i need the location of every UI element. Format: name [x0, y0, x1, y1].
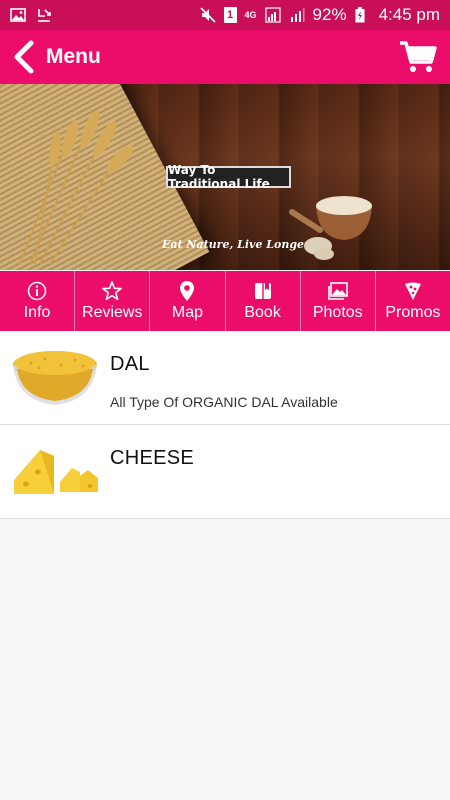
- wheat-image: [19, 110, 134, 264]
- cheese-thumbnail: [0, 425, 110, 519]
- star-icon: [101, 280, 123, 302]
- tab-photos[interactable]: Photos: [301, 271, 376, 331]
- map-pin-icon: [176, 280, 198, 302]
- tab-label: Reviews: [82, 304, 143, 321]
- sim-icon: 1: [223, 7, 237, 23]
- tab-label: Promos: [385, 304, 441, 321]
- mute-icon: [199, 7, 216, 23]
- banner-headline: Way To Traditional Life: [166, 163, 291, 191]
- status-bar: 1 4G 92% 4:45 pm: [0, 0, 450, 30]
- tab-label: Map: [171, 304, 203, 321]
- photos-icon: [327, 280, 349, 302]
- clock: 4:45 pm: [378, 5, 440, 24]
- download-icon: [36, 7, 52, 23]
- cart-icon: [400, 41, 437, 72]
- tab-promos[interactable]: Promos: [376, 271, 450, 331]
- dal-thumbnail: [0, 331, 110, 425]
- tab-label: Photos: [312, 304, 363, 321]
- back-button[interactable]: [4, 30, 44, 84]
- network-type: 4G: [244, 9, 257, 20]
- book-icon: [252, 280, 274, 302]
- tab-label: Book: [244, 304, 281, 321]
- image-icon: [10, 7, 26, 23]
- app-bar: Menu: [0, 30, 450, 84]
- cart-button[interactable]: [394, 30, 442, 84]
- chevron-left-icon: [14, 40, 34, 74]
- rice-bowl-image: [289, 196, 372, 260]
- tab-label: Info: [23, 304, 51, 321]
- signal-icon: [264, 7, 281, 23]
- list-item-cheese[interactable]: CHEESE: [0, 425, 450, 519]
- tab-reviews[interactable]: Reviews: [75, 271, 151, 331]
- info-icon: [26, 280, 48, 302]
- tab-book[interactable]: Book: [226, 271, 301, 331]
- tab-bar: Info Reviews Map Book Photos Promos: [0, 271, 450, 331]
- item-title: CHEESE: [110, 447, 195, 469]
- item-title: DAL: [110, 353, 150, 375]
- tab-info[interactable]: Info: [0, 271, 76, 331]
- page-title: Menu: [46, 45, 101, 68]
- hero-banner: Way To Traditional Life Eat Nature, Live…: [0, 84, 450, 270]
- list-item-dal[interactable]: DAL All Type Of ORGANIC DAL Available: [0, 331, 450, 425]
- menu-list: DAL All Type Of ORGANIC DAL Available CH…: [0, 331, 450, 519]
- battery-percent: 92%: [312, 5, 347, 24]
- battery-icon: [355, 7, 371, 23]
- item-description: All Type Of ORGANIC DAL Available: [110, 394, 338, 410]
- signal-bars-icon: [289, 7, 305, 23]
- pizza-icon: [402, 280, 424, 302]
- tab-map[interactable]: Map: [150, 271, 226, 331]
